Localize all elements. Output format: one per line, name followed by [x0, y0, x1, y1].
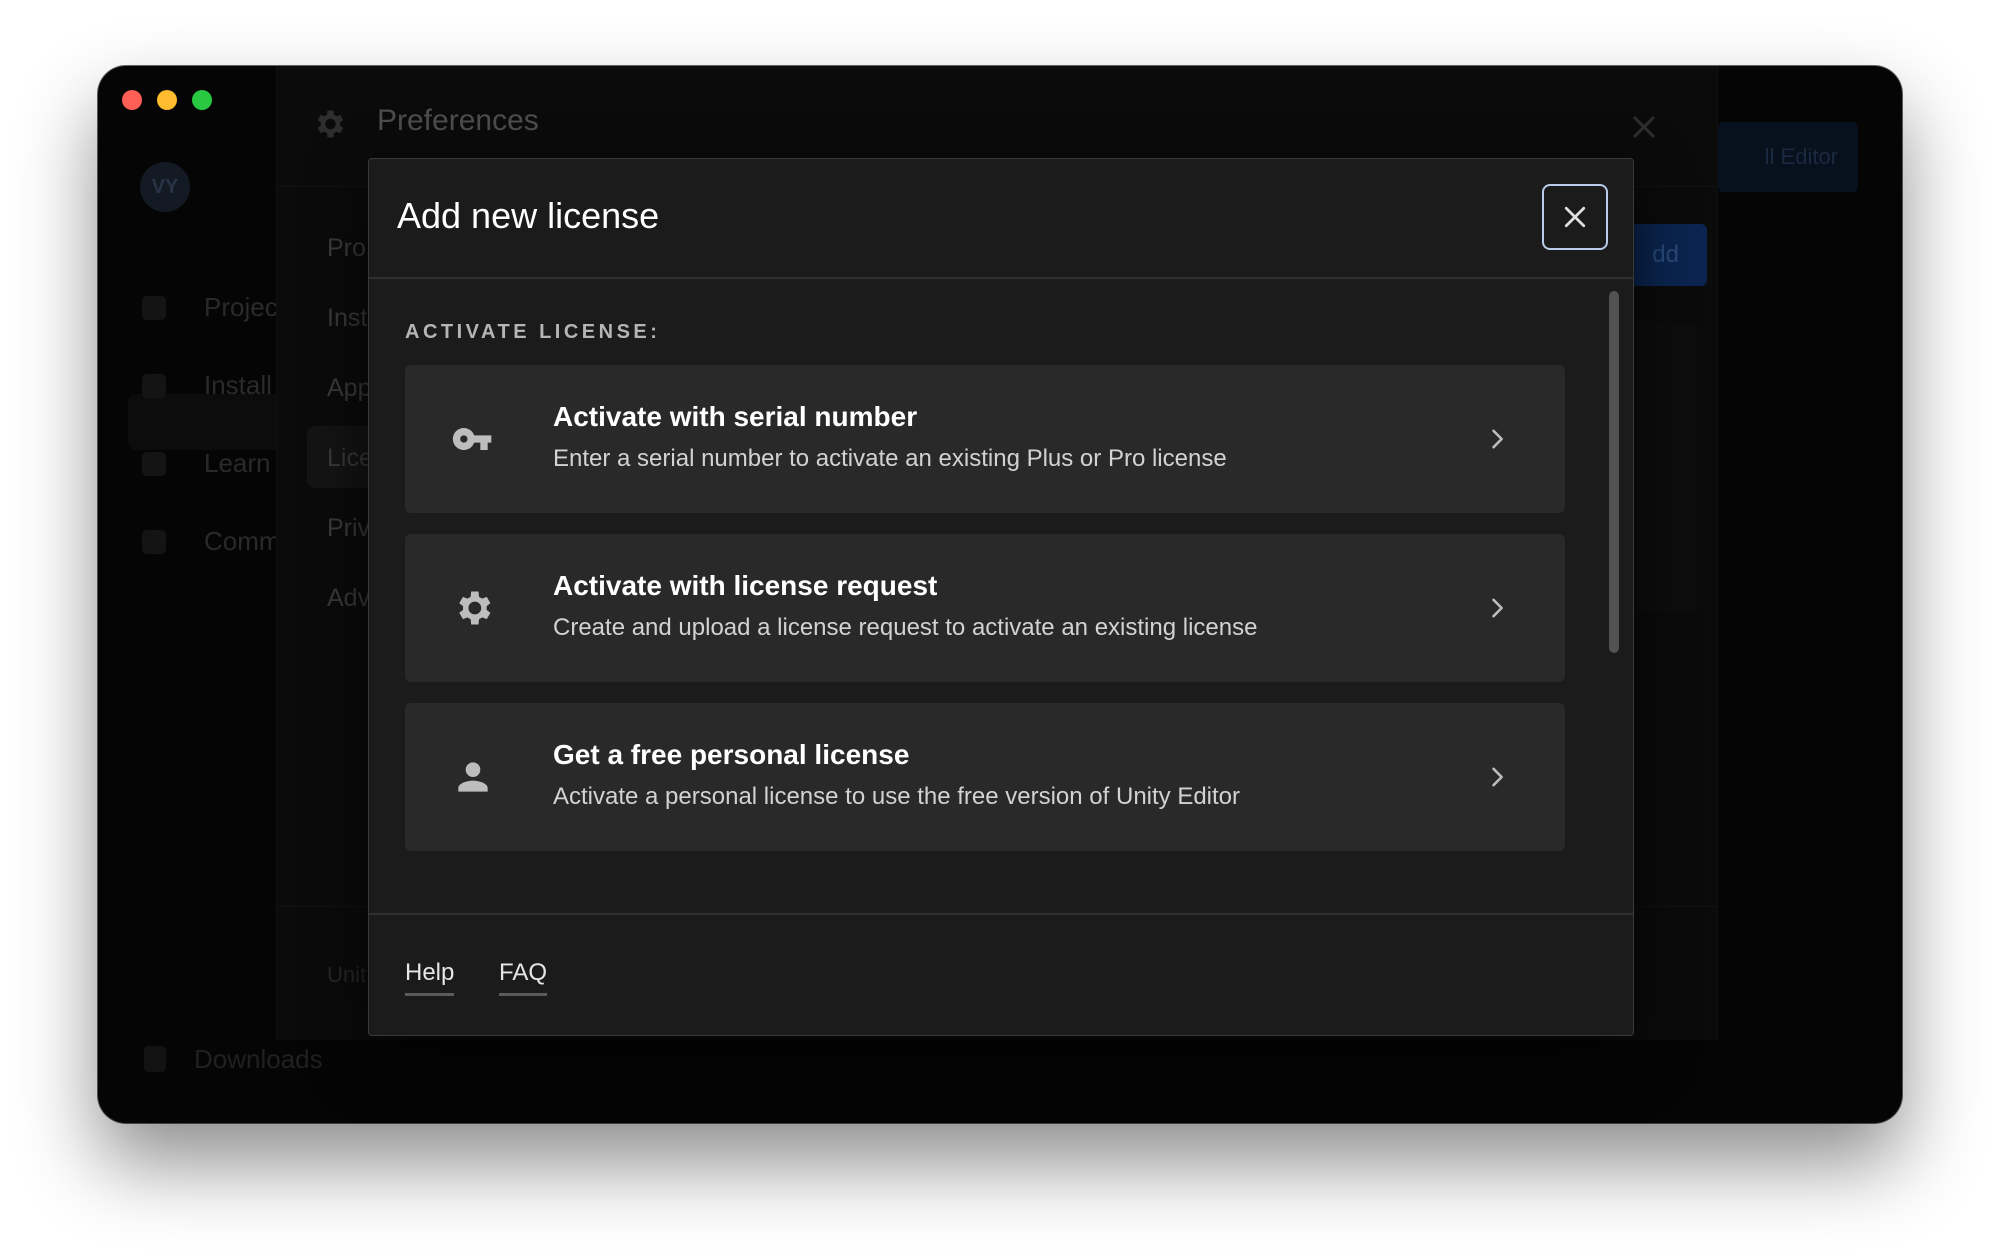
option-description: Activate a personal license to use the f…: [553, 783, 1241, 810]
scrollbar-thumb[interactable]: [1609, 291, 1619, 653]
preferences-close-icon[interactable]: [1629, 112, 1659, 142]
chevron-right-icon: [1492, 598, 1503, 618]
pref-nav-installs[interactable]: Inst: [327, 304, 367, 333]
preferences-gear-icon: [317, 110, 344, 138]
pref-nav-privacy[interactable]: Priv: [327, 514, 370, 543]
close-icon: [1564, 206, 1586, 228]
pref-nav-projects[interactable]: Pro: [327, 234, 366, 263]
modal-footer-divider: [369, 913, 1633, 915]
projects-icon: [142, 296, 166, 320]
sidebar-item-community[interactable]: Comm: [204, 526, 281, 557]
window-zoom-button[interactable]: [192, 90, 212, 110]
downloads-icon: [144, 1046, 166, 1072]
add-license-modal: Add new license ACTIVATE LICENSE: Activa…: [368, 158, 1634, 1036]
chevron-right-icon: [1492, 429, 1503, 449]
sidebar-item-installs[interactable]: Install: [204, 370, 272, 401]
option-description: Create and upload a license request to a…: [553, 614, 1258, 641]
downloads-link[interactable]: Downloads: [194, 1044, 323, 1075]
gear-icon: [459, 591, 491, 625]
option-title: Activate with serial number: [553, 401, 918, 432]
activate-serial-option[interactable]: Activate with serial number Enter a seri…: [405, 365, 1565, 513]
modal-close-button[interactable]: [1542, 184, 1608, 250]
chevron-right-icon: [1492, 767, 1503, 787]
window-minimize-button[interactable]: [157, 90, 177, 110]
pref-nav-licenses[interactable]: Lice: [327, 444, 373, 473]
free-personal-license-option[interactable]: Get a free personal license Activate a p…: [405, 703, 1565, 851]
option-title: Get a free personal license: [553, 739, 910, 770]
avatar[interactable]: VY: [140, 162, 190, 212]
key-icon: [452, 428, 492, 450]
modal-title: Add new license: [397, 195, 660, 236]
option-title: Activate with license request: [553, 570, 938, 601]
section-label: ACTIVATE LICENSE:: [405, 321, 661, 343]
installs-icon: [142, 374, 166, 398]
help-link[interactable]: Help: [405, 959, 455, 996]
app-window: VY Projec Install Learn Comm Downloads l…: [98, 66, 1902, 1123]
pref-nav-appearance[interactable]: App: [327, 374, 371, 403]
sidebar-item-learn[interactable]: Learn: [204, 448, 271, 479]
install-editor-button[interactable]: ll Editor: [1718, 122, 1858, 192]
modal-header-divider: [369, 277, 1633, 279]
faq-link[interactable]: FAQ: [499, 959, 548, 996]
activate-license-request-option[interactable]: Activate with license request Create and…: [405, 534, 1565, 682]
person-icon: [458, 762, 488, 792]
window-close-button[interactable]: [122, 90, 142, 110]
preferences-footer-text: Unit: [327, 962, 367, 987]
community-icon: [142, 530, 166, 554]
preferences-title: Preferences: [377, 104, 539, 137]
sidebar-item-projects[interactable]: Projec: [204, 292, 278, 323]
learn-icon: [142, 452, 166, 476]
pref-nav-advanced[interactable]: Adv: [327, 584, 370, 613]
option-description: Enter a serial number to activate an exi…: [553, 445, 1227, 472]
